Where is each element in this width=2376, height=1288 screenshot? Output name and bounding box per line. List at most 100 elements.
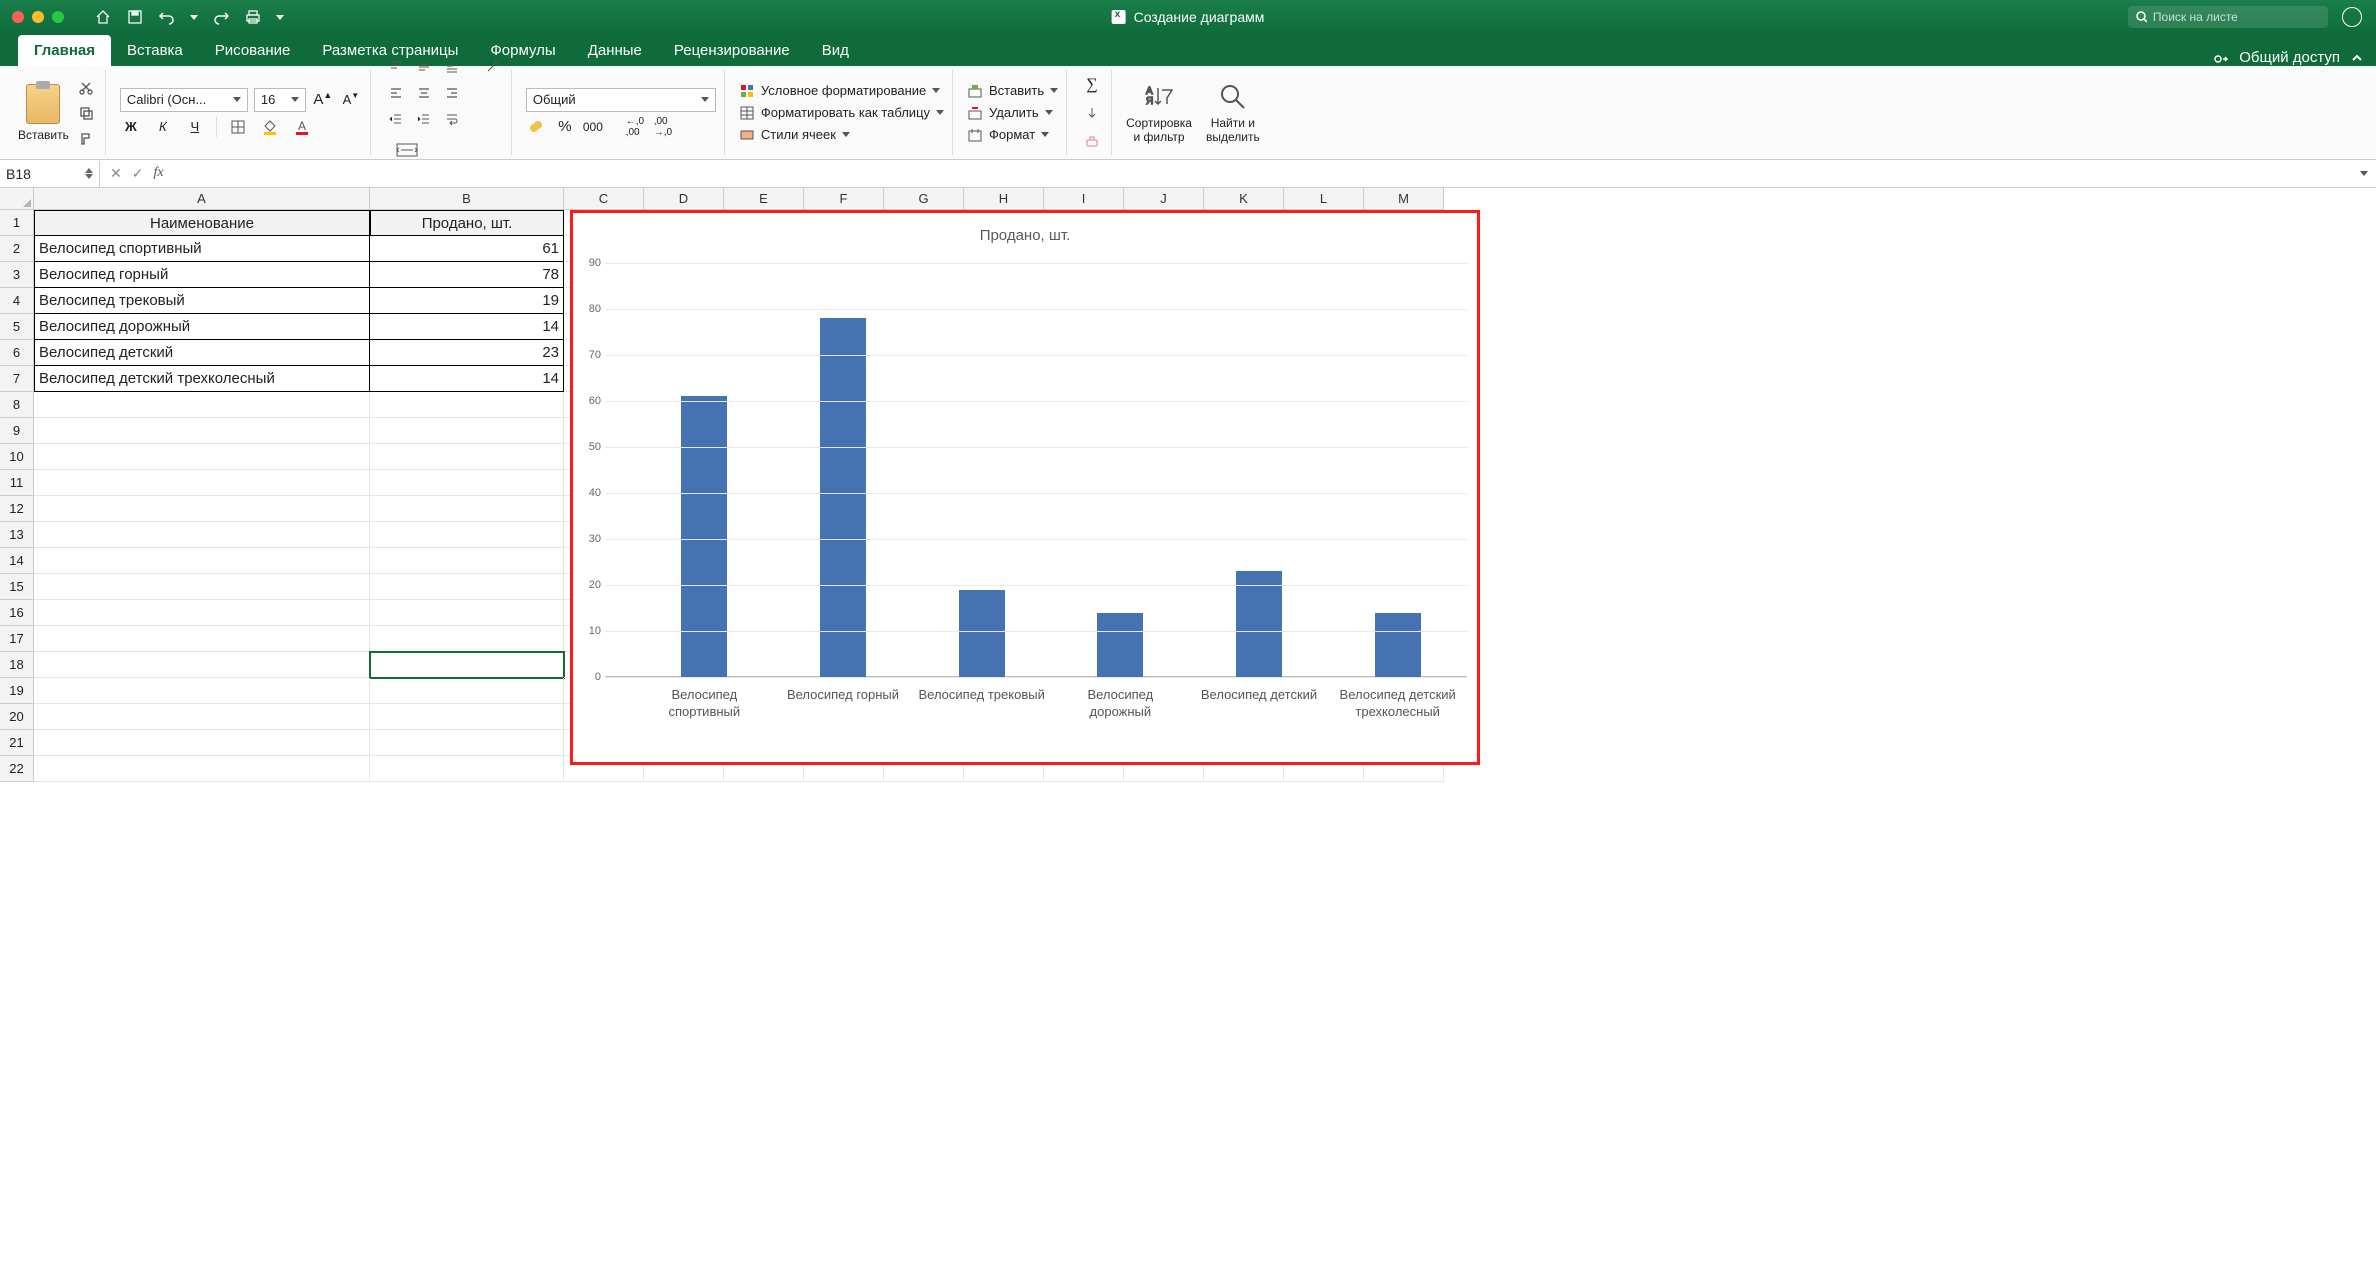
decrease-indent-button[interactable]: [385, 108, 407, 130]
bar[interactable]: [820, 318, 866, 677]
cell-B18[interactable]: [370, 652, 564, 678]
name-box[interactable]: B18: [0, 161, 100, 187]
cell-A21[interactable]: [34, 730, 370, 756]
tab-вид[interactable]: Вид: [806, 35, 865, 66]
wrap-text-button[interactable]: [441, 108, 463, 130]
cell-A12[interactable]: [34, 496, 370, 522]
cell-A16[interactable]: [34, 600, 370, 626]
cell-B12[interactable]: [370, 496, 564, 522]
row-head-4[interactable]: 4: [0, 288, 34, 314]
sheet-search[interactable]: [2128, 6, 2328, 28]
cell-A4[interactable]: Велосипед трековый: [34, 288, 370, 314]
formula-input[interactable]: [180, 162, 2354, 186]
format-painter-button[interactable]: [75, 128, 97, 150]
close-window-button[interactable]: [12, 11, 24, 23]
clear-button[interactable]: [1081, 130, 1103, 152]
cell-B10[interactable]: [370, 444, 564, 470]
fx-icon[interactable]: fx: [153, 165, 163, 182]
align-left-button[interactable]: [385, 82, 407, 104]
bar[interactable]: [681, 396, 727, 677]
cell-A1[interactable]: Наименование: [34, 210, 370, 236]
cell-B14[interactable]: [370, 548, 564, 574]
cell-A10[interactable]: [34, 444, 370, 470]
undo-icon[interactable]: [158, 8, 176, 26]
cell-B3[interactable]: 78: [370, 262, 564, 288]
align-bottom-button[interactable]: [441, 56, 463, 78]
increase-font-button[interactable]: A▲: [312, 89, 334, 111]
tab-главная[interactable]: Главная: [18, 35, 111, 66]
cell-B21[interactable]: [370, 730, 564, 756]
cell-B22[interactable]: [370, 756, 564, 782]
row-head-18[interactable]: 18: [0, 652, 34, 678]
underline-button[interactable]: Ч: [184, 116, 206, 138]
bar[interactable]: [1236, 571, 1282, 677]
cell-B7[interactable]: 14: [370, 366, 564, 392]
format-as-table-button[interactable]: Форматировать как таблицу: [739, 105, 944, 121]
cell-B17[interactable]: [370, 626, 564, 652]
undo-dropdown-icon[interactable]: [190, 15, 198, 20]
row-head-6[interactable]: 6: [0, 340, 34, 366]
cell-B8[interactable]: [370, 392, 564, 418]
row-head-8[interactable]: 8: [0, 392, 34, 418]
increase-decimal-button[interactable]: ←,0,00: [624, 116, 646, 138]
italic-button[interactable]: К: [152, 116, 174, 138]
paste-button[interactable]: Вставить: [18, 84, 69, 142]
increase-indent-button[interactable]: [413, 108, 435, 130]
row-head-14[interactable]: 14: [0, 548, 34, 574]
col-head-B[interactable]: B: [370, 188, 564, 210]
cell-A22[interactable]: [34, 756, 370, 782]
row-head-11[interactable]: 11: [0, 470, 34, 496]
cell-A17[interactable]: [34, 626, 370, 652]
col-head-D[interactable]: D: [644, 188, 724, 210]
copy-button[interactable]: [75, 102, 97, 124]
currency-button[interactable]: [526, 116, 548, 138]
bar[interactable]: [959, 590, 1005, 677]
select-all-corner[interactable]: [0, 188, 34, 210]
tab-данные[interactable]: Данные: [572, 35, 658, 66]
row-head-22[interactable]: 22: [0, 756, 34, 782]
cell-B13[interactable]: [370, 522, 564, 548]
zoom-window-button[interactable]: [52, 11, 64, 23]
cell-A2[interactable]: Велосипед спортивный: [34, 236, 370, 262]
cell-A14[interactable]: [34, 548, 370, 574]
find-select-button[interactable]: Найти и выделить: [1206, 82, 1260, 144]
cell-A15[interactable]: [34, 574, 370, 600]
align-top-button[interactable]: [385, 56, 407, 78]
cell-A9[interactable]: [34, 418, 370, 444]
qat-customize-icon[interactable]: [276, 15, 284, 20]
col-head-E[interactable]: E: [724, 188, 804, 210]
number-format-select[interactable]: Общий: [526, 88, 716, 112]
comma-button[interactable]: 000: [582, 116, 604, 138]
cell-styles-button[interactable]: Стили ячеек: [739, 127, 944, 143]
row-head-2[interactable]: 2: [0, 236, 34, 262]
col-head-I[interactable]: I: [1044, 188, 1124, 210]
col-head-L[interactable]: L: [1284, 188, 1364, 210]
row-head-16[interactable]: 16: [0, 600, 34, 626]
row-head-7[interactable]: 7: [0, 366, 34, 392]
cell-B19[interactable]: [370, 678, 564, 704]
align-right-button[interactable]: [441, 82, 463, 104]
col-head-F[interactable]: F: [804, 188, 884, 210]
col-head-J[interactable]: J: [1124, 188, 1204, 210]
cell-A19[interactable]: [34, 678, 370, 704]
row-head-13[interactable]: 13: [0, 522, 34, 548]
cell-B5[interactable]: 14: [370, 314, 564, 340]
tab-рисование[interactable]: Рисование: [199, 35, 307, 66]
redo-icon[interactable]: [212, 8, 230, 26]
cell-B4[interactable]: 19: [370, 288, 564, 314]
cell-A18[interactable]: [34, 652, 370, 678]
cell-B20[interactable]: [370, 704, 564, 730]
row-head-3[interactable]: 3: [0, 262, 34, 288]
fill-color-button[interactable]: [259, 116, 281, 138]
fill-button[interactable]: [1081, 102, 1103, 124]
tab-вставка[interactable]: Вставка: [111, 35, 199, 66]
cell-B11[interactable]: [370, 470, 564, 496]
row-head-5[interactable]: 5: [0, 314, 34, 340]
col-head-G[interactable]: G: [884, 188, 964, 210]
row-head-21[interactable]: 21: [0, 730, 34, 756]
cell-A6[interactable]: Велосипед детский: [34, 340, 370, 366]
cancel-formula-icon[interactable]: ✕: [110, 165, 122, 182]
cell-A13[interactable]: [34, 522, 370, 548]
col-head-M[interactable]: M: [1364, 188, 1444, 210]
row-head-17[interactable]: 17: [0, 626, 34, 652]
